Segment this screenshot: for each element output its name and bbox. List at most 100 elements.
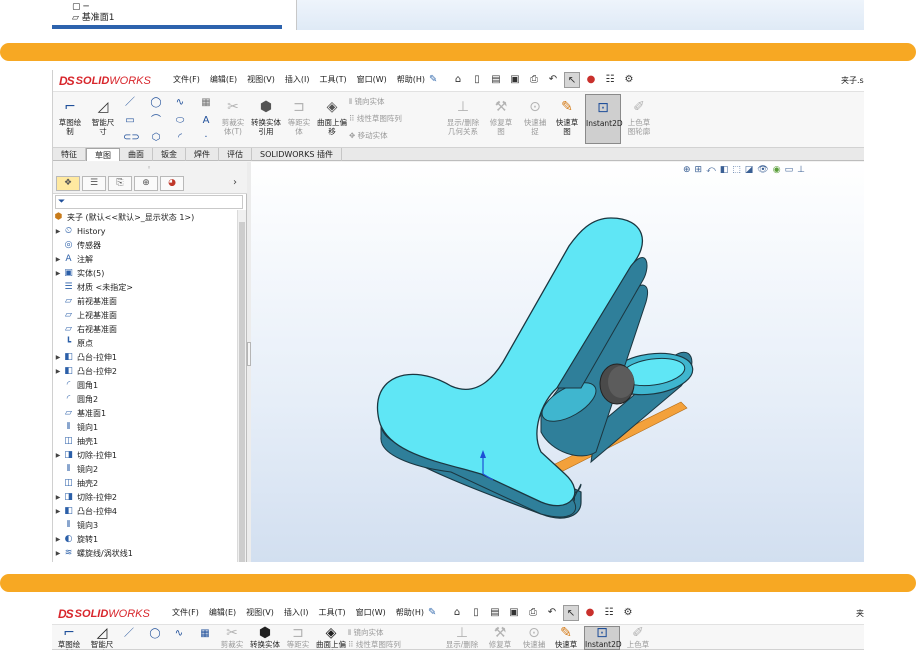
- tree-item[interactable]: ◎ 传感器: [53, 238, 101, 252]
- smart-dimension-button[interactable]: ◿ 智能尺寸: [89, 97, 117, 137]
- spline-icon[interactable]: ∿: [172, 627, 186, 641]
- quick-snaps-button-copy[interactable]: ⊙ 快速捕捉: [520, 626, 548, 650]
- point-icon[interactable]: ·: [199, 131, 213, 145]
- grid-icon[interactable]: ▦: [198, 627, 212, 641]
- tree-item[interactable]: ▶ ◨ 切除-拉伸2: [53, 490, 117, 504]
- sketch-button[interactable]: ⌐ 草图绘制: [57, 97, 83, 137]
- rectangle-icon[interactable]: ▭: [123, 114, 137, 128]
- menu-edit[interactable]: 编辑(E): [210, 74, 237, 85]
- expand-arrow-icon[interactable]: ▶: [53, 550, 63, 557]
- menu-tools-copy[interactable]: 工具(T): [318, 607, 345, 618]
- tab-sketch[interactable]: 草图: [86, 148, 120, 161]
- tab-features[interactable]: 特征: [53, 148, 86, 161]
- print-icon[interactable]: ⎙: [526, 72, 542, 88]
- new-document-icon[interactable]: ▯: [468, 605, 484, 621]
- rebuild-icon[interactable]: ●: [582, 605, 598, 621]
- expand-arrow-icon[interactable]: ▶: [53, 270, 63, 277]
- instant2d-button[interactable]: ⊡ Instant2D: [585, 94, 623, 144]
- sketch-button-copy[interactable]: ⌐ 草图绘制: [56, 626, 82, 650]
- expand-arrow-icon[interactable]: ▶: [53, 508, 63, 515]
- tree-item[interactable]: ▶ ◧ 凸台-拉伸4: [53, 504, 117, 518]
- trim-entities-button-copy[interactable]: ✂ 剪裁实体(T): [218, 626, 246, 650]
- open-icon[interactable]: ▤: [488, 72, 504, 88]
- tree-item[interactable]: ▶ ◧ 凸台-拉伸2: [53, 364, 117, 378]
- tree-root[interactable]: ⬢ 夹子 (默认<<默认>_显示状态 1>): [53, 210, 195, 224]
- menu-view[interactable]: 视图(V): [247, 74, 275, 85]
- menu-edit-copy[interactable]: 编辑(E): [209, 607, 236, 618]
- graphics-area[interactable]: ⊕ ⊞ ⤺ ◧ ⬚ ◪ 👁 ◉ ▭ ⊥: [251, 162, 864, 562]
- quick-snaps-button[interactable]: ⊙ 快速捕捉: [521, 97, 549, 137]
- tree-item[interactable]: ▶ ⏲ History: [53, 224, 106, 238]
- circle-icon[interactable]: ◯: [148, 627, 162, 641]
- tab-weldments[interactable]: 焊件: [186, 148, 219, 161]
- linear-pattern-button-copy[interactable]: ⠿ 线性草图阵列: [348, 639, 401, 650]
- shaded-sketch-contours-button-copy[interactable]: ✐ 上色草图轮廓: [624, 626, 652, 650]
- linear-pattern-button[interactable]: ⠿ 线性草图阵列: [349, 113, 402, 124]
- chevron-right-icon[interactable]: ›: [233, 177, 237, 188]
- line-icon[interactable]: ／: [123, 96, 137, 110]
- print-icon[interactable]: ⎙: [525, 605, 541, 621]
- rebuild-icon[interactable]: ●: [583, 72, 599, 88]
- smart-dimension-button-copy[interactable]: ◿ 智能尺寸: [88, 626, 116, 650]
- new-document-icon[interactable]: ▯: [469, 72, 485, 88]
- tree-scrollbar[interactable]: [237, 210, 246, 562]
- feature-tree-tab-icon[interactable]: ❖: [56, 176, 80, 191]
- display-relations-button-copy[interactable]: ⊥ 显示/删除几何关系: [442, 626, 482, 650]
- tree-item[interactable]: ▱ 右视基准面: [53, 322, 117, 336]
- pin-icon[interactable]: ✎: [429, 74, 437, 85]
- ellipse-icon[interactable]: ⬭: [173, 114, 187, 128]
- collapse-handle-icon[interactable]: ◦: [147, 164, 151, 172]
- mirror-entities-button-copy[interactable]: ⫴ 镜向实体: [348, 627, 384, 638]
- grid-icon[interactable]: ▦: [199, 96, 213, 110]
- options-gear-icon[interactable]: ⚙: [621, 72, 637, 88]
- menu-file-copy[interactable]: 文件(F): [172, 607, 199, 618]
- mirror-entities-button[interactable]: ⫴ 镜向实体: [349, 96, 385, 107]
- spline-icon[interactable]: ∿: [173, 96, 187, 110]
- menu-insert-copy[interactable]: 插入(I): [284, 607, 309, 618]
- trim-entities-button[interactable]: ✂ 剪裁实体(T): [219, 97, 247, 137]
- move-entities-button[interactable]: ✥ 移动实体: [349, 130, 388, 141]
- tree-item[interactable]: ☰ 材质 <未指定>: [53, 280, 133, 294]
- tree-item[interactable]: ⫴ 镜向1: [53, 420, 98, 434]
- tab-evaluate[interactable]: 评估: [219, 148, 252, 161]
- save-icon[interactable]: ▣: [507, 72, 523, 88]
- tree-item[interactable]: ▶ ◐ 旋转1: [53, 532, 98, 546]
- tab-surfaces[interactable]: 曲面: [120, 148, 153, 161]
- pin-icon-copy[interactable]: ✎: [428, 607, 436, 618]
- tab-sheet-metal[interactable]: 钣金: [153, 148, 186, 161]
- tree-item[interactable]: ◫ 抽壳1: [53, 434, 98, 448]
- expand-arrow-icon[interactable]: ▶: [53, 494, 63, 501]
- menu-file[interactable]: 文件(F): [173, 74, 200, 85]
- tree-item[interactable]: ◜ 圆角2: [53, 392, 98, 406]
- convert-entities-button[interactable]: ⬢ 转换实体引用: [251, 97, 281, 137]
- open-icon[interactable]: ▤: [487, 605, 503, 621]
- tree-item-plane1[interactable]: ▱ 基准面1: [72, 10, 115, 23]
- instant2d-button-copy[interactable]: ⊡ Instant2D: [584, 626, 622, 650]
- undo-icon[interactable]: ↶: [545, 72, 561, 88]
- convert-entities-button-copy[interactable]: ⬢ 转换实体引用: [250, 626, 280, 650]
- menu-insert[interactable]: 插入(I): [285, 74, 310, 85]
- tree-item[interactable]: ⫴ 镜向3: [53, 518, 98, 532]
- tree-item[interactable]: ┗ 原点: [53, 336, 93, 350]
- property-manager-tab-icon[interactable]: ☰: [82, 176, 106, 191]
- offset-on-surface-button[interactable]: ◈ 曲面上偏移: [317, 97, 347, 137]
- menu-window-copy[interactable]: 窗口(W): [356, 607, 386, 618]
- menu-help-copy[interactable]: 帮助(H): [396, 607, 424, 618]
- offset-entities-button-copy[interactable]: ⊐ 等距实体: [284, 626, 312, 650]
- offset-entities-button[interactable]: ⊐ 等距实体: [285, 97, 313, 137]
- dimxpert-tab-icon[interactable]: ⊕: [134, 176, 158, 191]
- expand-arrow-icon[interactable]: ▶: [53, 368, 63, 375]
- tab-solidworks-addins[interactable]: SOLIDWORKS 插件: [252, 148, 342, 161]
- file-properties-icon[interactable]: ☷: [601, 605, 617, 621]
- menu-view-copy[interactable]: 视图(V): [246, 607, 274, 618]
- expand-arrow-icon[interactable]: ▶: [53, 452, 63, 459]
- home-icon[interactable]: ⌂: [449, 605, 465, 621]
- rapid-sketch-button-copy[interactable]: ✎ 快速草图: [552, 626, 580, 650]
- tree-item[interactable]: ▶ ▣ 实体(5): [53, 266, 105, 280]
- file-properties-icon[interactable]: ☷: [602, 72, 618, 88]
- clip-model-3d[interactable]: [251, 162, 864, 562]
- menu-window[interactable]: 窗口(W): [357, 74, 387, 85]
- tree-item[interactable]: ▱ 上视基准面: [53, 308, 117, 322]
- tree-item[interactable]: ▱ 基准面1: [53, 406, 106, 420]
- circle-icon[interactable]: ◯: [149, 96, 163, 110]
